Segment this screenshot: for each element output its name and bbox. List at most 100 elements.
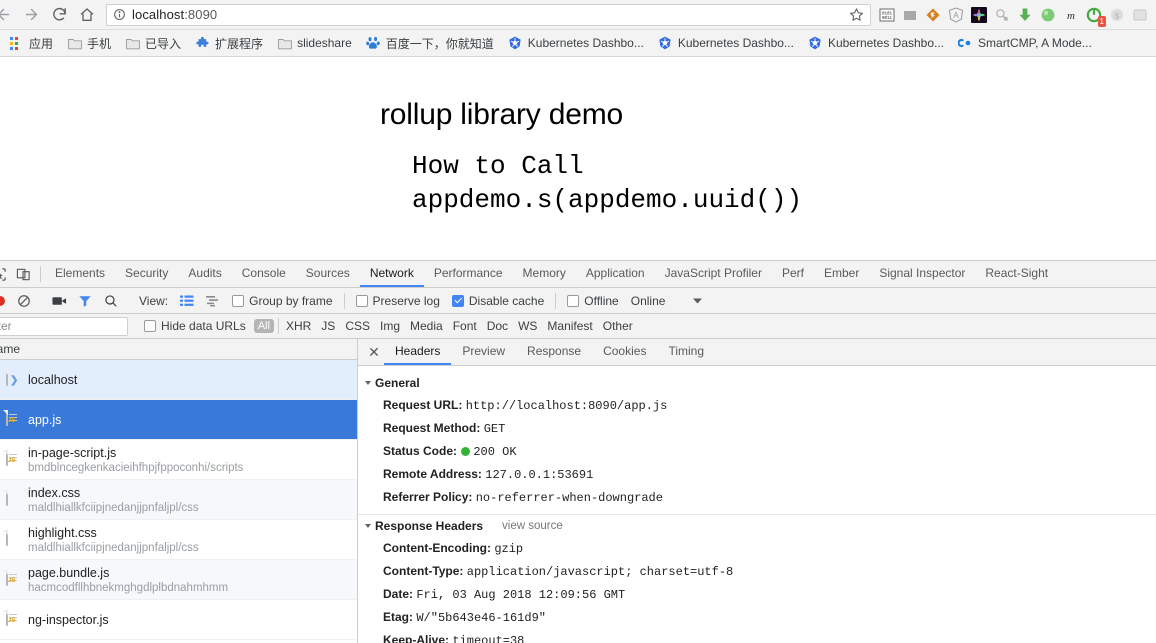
bookmark-folder-imported[interactable]: 已导入 bbox=[118, 33, 188, 54]
inspect-element-icon[interactable] bbox=[0, 261, 10, 287]
capture-screenshots-icon[interactable] bbox=[46, 295, 72, 307]
preserve-log-option[interactable]: Preserve log bbox=[350, 294, 446, 308]
green-download-icon[interactable] bbox=[1015, 5, 1035, 25]
detail-tab-response[interactable]: Response bbox=[516, 339, 592, 365]
gray-coin-icon[interactable]: $ bbox=[1107, 5, 1127, 25]
filter-type-media[interactable]: Media bbox=[405, 319, 448, 333]
filter-type-doc[interactable]: Doc bbox=[482, 319, 513, 333]
bookmark-smartcmp[interactable]: SmartCMP, A Mode... bbox=[951, 34, 1099, 53]
table-row[interactable]: JS ng-inspector.js bbox=[0, 600, 357, 640]
filter-type-js[interactable]: JS bbox=[316, 319, 340, 333]
table-row[interactable]: JS in-page-script.js bmdblncegkenkacieih… bbox=[0, 440, 357, 480]
bookmark-star-icon[interactable] bbox=[849, 7, 864, 22]
bookmark-label: Kubernetes Dashbo... bbox=[527, 36, 644, 50]
hide-data-urls-checkbox[interactable] bbox=[144, 320, 156, 332]
close-icon[interactable]: ✕ bbox=[364, 339, 384, 365]
page-info-icon[interactable] bbox=[113, 8, 126, 21]
detail-tab-cookies[interactable]: Cookies bbox=[592, 339, 657, 365]
tab-network[interactable]: Network bbox=[359, 261, 424, 287]
waterfall-view-icon[interactable] bbox=[200, 295, 226, 307]
filter-type-xhr[interactable]: XHR bbox=[281, 319, 316, 333]
magnifier-people-icon[interactable] bbox=[992, 5, 1012, 25]
bookmark-kubernetes-3[interactable]: Kubernetes Dashbo... bbox=[801, 34, 951, 53]
network-list-column-header[interactable]: Name bbox=[0, 339, 357, 360]
offline-option[interactable]: Offline bbox=[561, 294, 624, 308]
bookmark-baidu[interactable]: 百度一下，你就知道 bbox=[359, 33, 501, 54]
table-row[interactable]: JS app.js bbox=[0, 400, 357, 440]
gray-square2-icon[interactable] bbox=[1130, 5, 1150, 25]
green-circle-icon[interactable] bbox=[1038, 5, 1058, 25]
tab-signal-inspector[interactable]: Signal Inspector bbox=[869, 261, 975, 287]
orange-diamond-icon[interactable] bbox=[923, 5, 943, 25]
table-row[interactable]: ❯ localhost bbox=[0, 360, 357, 400]
throttling-dropdown-arrow[interactable] bbox=[671, 298, 708, 304]
tab-ember[interactable]: Ember bbox=[814, 261, 869, 287]
filter-type-manifest[interactable]: Manifest bbox=[542, 319, 597, 333]
group-by-frame-checkbox[interactable] bbox=[232, 294, 245, 307]
bookmark-extensions[interactable]: 扩展程序 bbox=[188, 33, 270, 54]
disable-cache-checkbox[interactable] bbox=[451, 294, 464, 307]
tab-console[interactable]: Console bbox=[232, 261, 296, 287]
tab-security[interactable]: Security bbox=[115, 261, 178, 287]
detail-tab-headers[interactable]: Headers bbox=[384, 339, 452, 365]
offline-checkbox[interactable] bbox=[567, 294, 580, 307]
tab-react-sight[interactable]: React-Sight bbox=[975, 261, 1058, 287]
green-badge-icon[interactable]: 1 bbox=[1084, 5, 1106, 27]
url-host: localhost bbox=[132, 7, 185, 22]
home-icon[interactable] bbox=[74, 2, 100, 28]
bookmark-slideshare[interactable]: slideshare bbox=[270, 34, 359, 53]
tab-perf[interactable]: Perf bbox=[772, 261, 814, 287]
back-arrow-icon[interactable] bbox=[0, 2, 16, 28]
table-row[interactable]: highlight.css maldlhiallkfciipjnedanjjpn… bbox=[0, 520, 357, 560]
filter-type-img[interactable]: Img bbox=[375, 319, 405, 333]
tab-elements[interactable]: Elements bbox=[45, 261, 115, 287]
bookmark-apps[interactable]: 应用 bbox=[2, 33, 60, 54]
hide-data-urls-option[interactable]: Hide data URLs bbox=[138, 319, 252, 333]
search-icon[interactable] bbox=[98, 294, 124, 308]
preserve-log-checkbox[interactable] bbox=[355, 294, 368, 307]
group-by-frame-label: Group by frame bbox=[249, 293, 333, 308]
tab-javascript-profiler[interactable]: JavaScript Profiler bbox=[655, 261, 772, 287]
tab-sources[interactable]: Sources bbox=[296, 261, 360, 287]
detail-tab-preview[interactable]: Preview bbox=[451, 339, 516, 365]
group-by-frame-option[interactable]: Group by frame bbox=[226, 294, 338, 308]
tab-performance[interactable]: Performance bbox=[424, 261, 513, 287]
m-letter-icon[interactable]: m bbox=[1061, 5, 1081, 25]
filter-type-css[interactable]: CSS bbox=[340, 319, 375, 333]
header-value: no-referrer-when-downgrade bbox=[475, 490, 663, 505]
filter-type-font[interactable]: Font bbox=[448, 319, 482, 333]
row-text: ng-inspector.js bbox=[28, 613, 109, 627]
throttling-select[interactable]: Online bbox=[625, 294, 672, 308]
angular-icon[interactable]: A bbox=[946, 5, 966, 25]
device-toolbar-icon[interactable] bbox=[10, 261, 36, 287]
forward-arrow-icon[interactable] bbox=[18, 2, 44, 28]
bookmark-kubernetes-2[interactable]: Kubernetes Dashbo... bbox=[651, 34, 801, 53]
colorful-star-icon[interactable] bbox=[969, 5, 989, 25]
clear-button-icon[interactable] bbox=[11, 294, 37, 308]
record-button-icon[interactable] bbox=[0, 294, 11, 308]
bookmark-folder-phone[interactable]: 手机 bbox=[60, 33, 118, 54]
table-row[interactable]: index.css maldlhiallkfciipjnedanjjpnfalj… bbox=[0, 480, 357, 520]
bookmark-kubernetes-1[interactable]: Kubernetes Dashbo... bbox=[501, 34, 651, 53]
list-view-icon[interactable] bbox=[174, 295, 200, 307]
section-response-headers-header[interactable]: Response Headers view source bbox=[358, 515, 1156, 537]
section-general-header[interactable]: General bbox=[358, 372, 1156, 394]
header-value[interactable]: http://localhost:8090/app.js bbox=[466, 399, 668, 413]
tab-application[interactable]: Application bbox=[576, 261, 655, 287]
binary-code-icon[interactable]: 0101 0011 bbox=[877, 5, 897, 25]
disable-cache-option[interactable]: Disable cache bbox=[446, 294, 550, 308]
address-bar[interactable]: localhost:8090 bbox=[106, 3, 871, 26]
tab-memory[interactable]: Memory bbox=[513, 261, 576, 287]
reload-icon[interactable] bbox=[46, 2, 72, 28]
filter-type-all[interactable]: All bbox=[253, 319, 274, 333]
view-source-link[interactable]: view source bbox=[502, 520, 563, 532]
filter-funnel-icon[interactable] bbox=[72, 294, 98, 308]
detail-tab-timing[interactable]: Timing bbox=[657, 339, 715, 365]
filter-type-other[interactable]: Other bbox=[598, 319, 638, 333]
table-row[interactable]: JS page.bundle.js hacmcodfllhbnekmghgdlp… bbox=[0, 560, 357, 600]
tab-audits[interactable]: Audits bbox=[178, 261, 231, 287]
filter-input[interactable]: Filter bbox=[0, 316, 128, 336]
row-text: app.js bbox=[28, 413, 61, 427]
filter-type-ws[interactable]: WS bbox=[513, 319, 542, 333]
gray-square-icon[interactable] bbox=[900, 5, 920, 25]
